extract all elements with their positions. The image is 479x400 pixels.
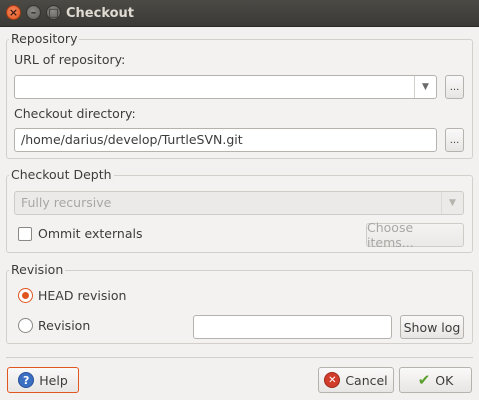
checkout-directory-value: /home/darius/develop/TurtleSVN.git — [21, 132, 243, 147]
head-revision-radio[interactable] — [18, 288, 33, 303]
chevron-down-icon[interactable]: ▼ — [441, 192, 463, 214]
choose-items-label: Choose items... — [367, 220, 414, 250]
cancel-icon: ✕ — [324, 372, 341, 388]
url-label: URL of repository: — [14, 52, 126, 67]
repository-group-title: Repository — [9, 31, 80, 46]
url-browse-label: ... — [449, 81, 460, 93]
minimize-icon: – — [30, 6, 37, 19]
help-icon: ? — [18, 372, 35, 388]
chevron-down-icon[interactable]: ▼ — [414, 76, 436, 98]
minimize-window-button[interactable]: – — [26, 5, 41, 20]
directory-browse-button[interactable]: ... — [445, 128, 464, 152]
revision-group-title: Revision — [9, 262, 66, 277]
omit-externals-label: Ommit externals — [38, 226, 143, 241]
revision-input[interactable] — [193, 315, 392, 339]
maximize-icon: □ — [48, 6, 59, 19]
depth-selected: Fully recursive — [21, 195, 112, 210]
ok-button[interactable]: ✔ OK — [399, 367, 472, 393]
maximize-window-button[interactable]: □ — [46, 5, 61, 20]
close-icon: × — [8, 6, 19, 19]
directory-browse-label: ... — [449, 134, 460, 146]
depth-combobox[interactable]: Fully recursive ▼ — [14, 191, 464, 215]
ok-label: OK — [435, 372, 454, 388]
show-log-button[interactable]: Show log — [400, 315, 464, 339]
url-combobox[interactable]: ▼ — [14, 75, 437, 99]
close-window-button[interactable]: × — [6, 5, 21, 20]
url-browse-button[interactable]: ... — [445, 75, 464, 99]
revision-label: Revision — [38, 318, 91, 333]
help-button[interactable]: ? Help — [7, 367, 79, 393]
divider — [6, 357, 473, 358]
checkout-directory-label: Checkout directory: — [14, 106, 136, 121]
cancel-button[interactable]: ✕ Cancel — [318, 367, 394, 393]
checkout-directory-input[interactable]: /home/darius/develop/TurtleSVN.git — [14, 128, 437, 152]
cancel-label: Cancel — [345, 372, 388, 388]
revision-radio[interactable] — [18, 318, 33, 333]
show-log-label: Show log — [403, 319, 461, 335]
choose-items-button[interactable]: Choose items... — [366, 220, 464, 250]
window-title: Checkout — [66, 6, 135, 21]
help-label: Help — [39, 372, 68, 388]
ok-checkmark-icon: ✔ — [417, 371, 431, 389]
title-bar: × – □ Checkout — [0, 0, 479, 27]
checkout-depth-group-title: Checkout Depth — [9, 167, 114, 182]
head-revision-label: HEAD revision — [38, 288, 127, 303]
omit-externals-checkbox[interactable] — [18, 227, 32, 241]
